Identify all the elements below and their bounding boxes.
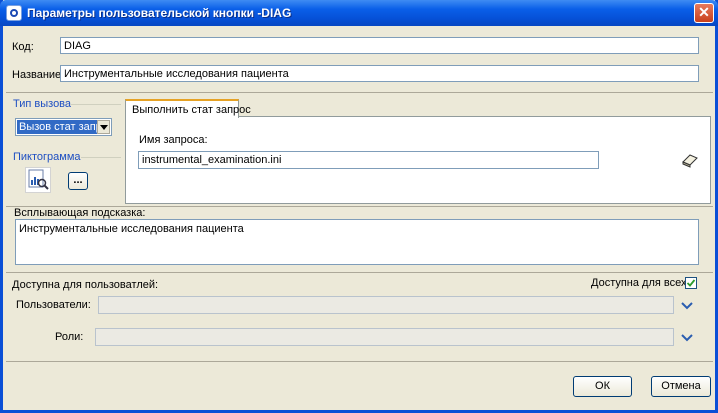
users-chevron-down-icon[interactable] <box>680 301 694 311</box>
query-name-label: Имя запроса: <box>139 134 208 146</box>
app-icon <box>6 5 22 21</box>
all-users-checkbox[interactable] <box>685 277 697 289</box>
tooltip-label: Всплывающая подсказка: <box>14 207 146 219</box>
name-label: Название: <box>12 69 65 81</box>
query-tab-panel: Имя запроса: instrumental_examination.in… <box>125 116 711 204</box>
pictogram-group-title: Пиктограмма <box>13 151 81 163</box>
divider <box>6 92 713 93</box>
users-label: Пользователи: <box>16 299 91 311</box>
query-name-field[interactable]: instrumental_examination.ini <box>138 151 599 169</box>
name-field[interactable]: Инструментальные исследования пациента <box>60 65 699 82</box>
ok-button[interactable]: ОК <box>573 376 632 397</box>
divider <box>6 272 713 273</box>
code-label: Код: <box>12 41 34 53</box>
all-users-label: Доступна для всех <box>591 277 687 289</box>
chevron-down-icon[interactable] <box>97 120 110 134</box>
call-type-selected-value: Вызов стат запрос <box>17 120 100 134</box>
call-type-select[interactable]: Вызов стат запрос <box>15 118 112 136</box>
roles-chevron-down-icon[interactable] <box>680 333 694 343</box>
tooltip-textarea[interactable]: Инструментальные исследования пациента <box>15 219 699 265</box>
group-line <box>71 104 121 105</box>
report-chart-icon <box>25 167 51 193</box>
eraser-icon[interactable] <box>680 152 700 168</box>
code-field[interactable]: DIAG <box>60 37 699 54</box>
tab-execute-query[interactable]: Выполнить стат запрос <box>125 99 251 118</box>
window-title: Параметры пользовательской кнопки -DIAG <box>27 6 292 20</box>
dialog-window: Параметры пользовательской кнопки -DIAG … <box>0 0 718 413</box>
users-field[interactable] <box>98 296 674 314</box>
call-type-group-title: Тип вызова <box>13 98 72 110</box>
roles-field[interactable] <box>95 328 674 346</box>
browse-pictogram-button[interactable]: ... <box>68 172 88 190</box>
group-line <box>81 157 121 158</box>
cancel-button[interactable]: Отмена <box>651 376 711 397</box>
divider <box>6 361 713 362</box>
roles-label: Роли: <box>55 331 84 343</box>
checkmark-icon <box>686 279 696 287</box>
access-label: Доступна для пользоватлей: <box>12 279 159 291</box>
title-bar[interactable]: Параметры пользовательской кнопки -DIAG … <box>0 0 718 26</box>
close-button[interactable]: ✕ <box>694 3 714 23</box>
